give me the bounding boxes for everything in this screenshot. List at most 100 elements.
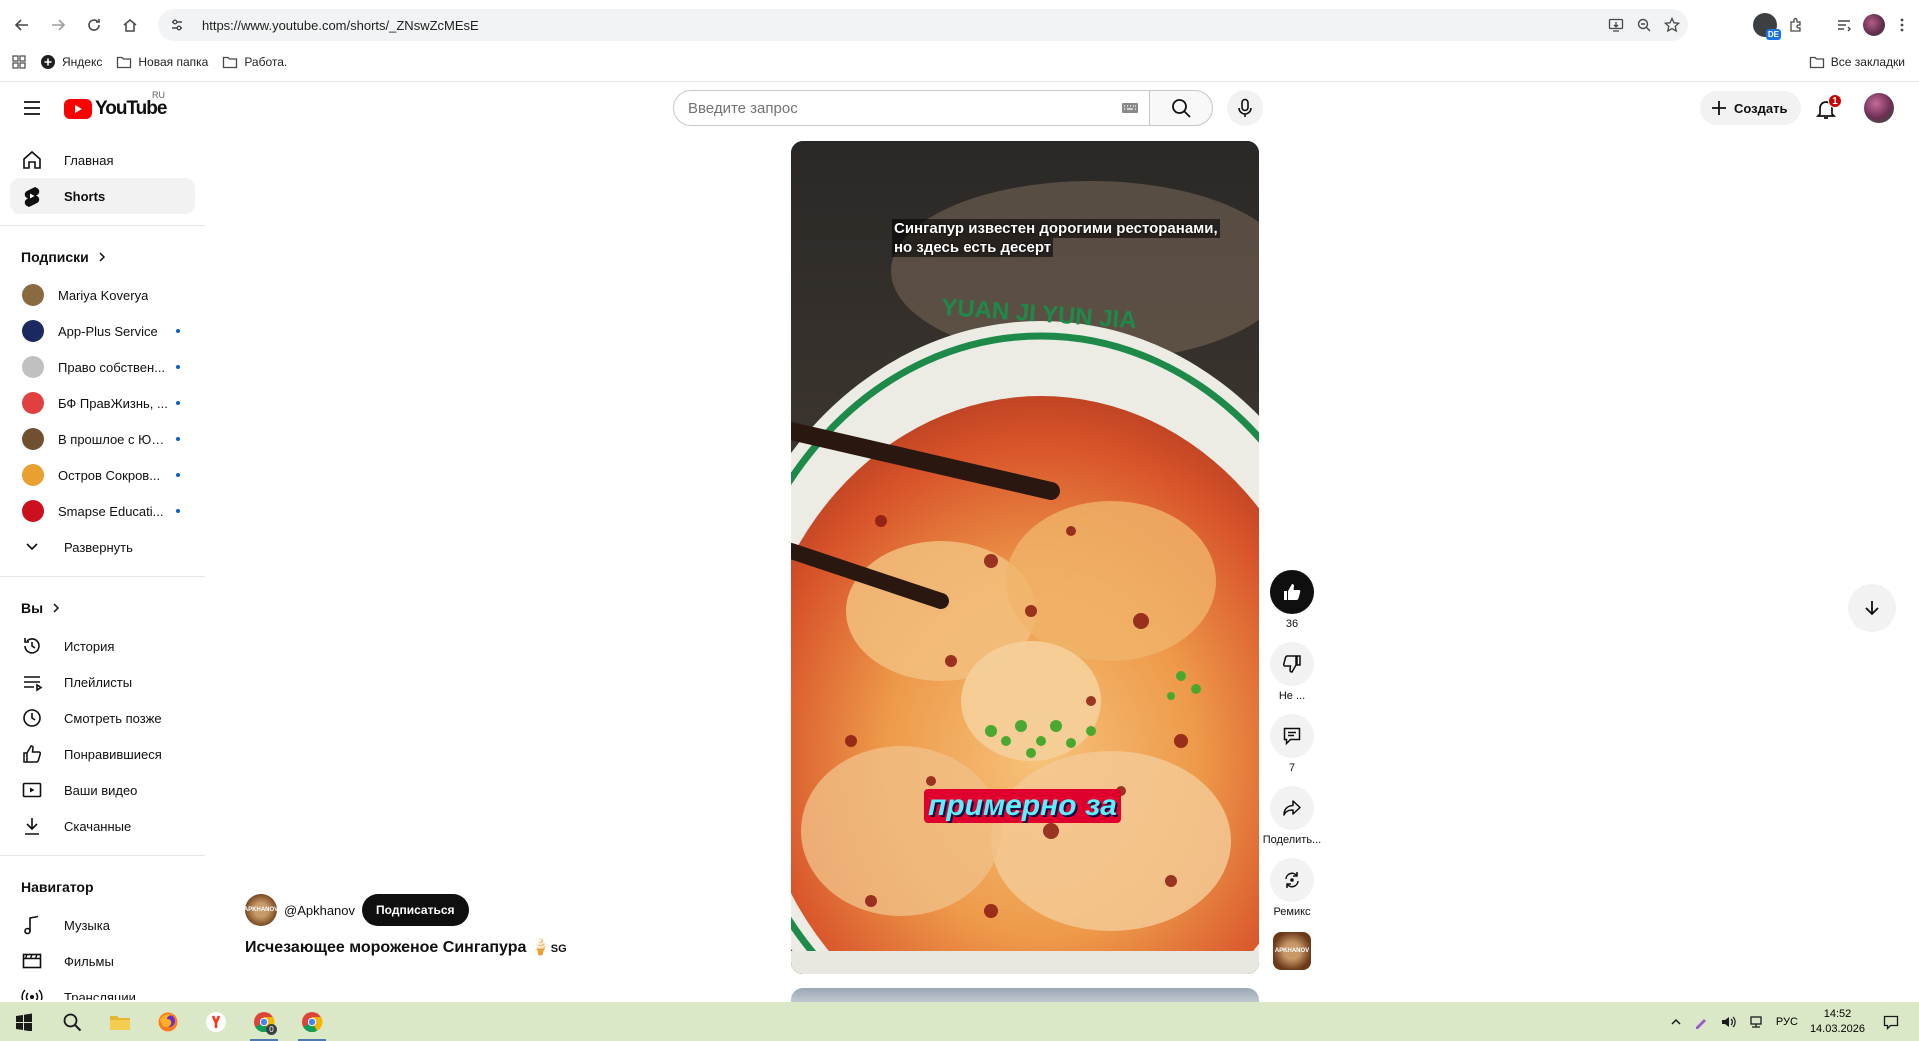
apps-button[interactable] <box>12 55 26 69</box>
thumbs-up-icon <box>1284 584 1301 600</box>
account-avatar[interactable] <box>1864 93 1894 123</box>
short-actions: 36 Не ... 7 Поделить... Ремикс APKHANOV <box>1263 570 1321 982</box>
sidebar-item-home[interactable]: Главная <box>10 142 195 178</box>
bookmark-star-icon[interactable] <box>1664 17 1680 33</box>
search-input[interactable] <box>688 99 1088 117</box>
guide-menu-button[interactable] <box>20 96 44 120</box>
translate-extension-icon[interactable]: DE <box>1753 13 1781 40</box>
hamburger-icon <box>24 101 40 115</box>
all-bookmarks[interactable]: Все закладки <box>1809 50 1905 74</box>
network-icon[interactable] <box>1748 1015 1764 1029</box>
taskbar-yandex-browser[interactable] <box>192 1002 240 1041</box>
sidebar-expand-button[interactable]: Развернуть <box>10 529 195 565</box>
short-video-player[interactable]: YUAN JI YUN JIA Сингапур известен дороги… <box>791 141 1259 974</box>
next-short-button[interactable] <box>1848 584 1896 632</box>
new-content-dot <box>176 437 180 441</box>
keyboard-icon[interactable] <box>1121 101 1139 115</box>
short-title[interactable]: Исчезающее мороженое Сингапура 🍦SG <box>245 937 567 957</box>
share-button[interactable] <box>1270 786 1314 830</box>
comments-button[interactable] <box>1270 714 1314 758</box>
bookmark-new-folder[interactable]: Новая папка <box>116 55 208 69</box>
voice-search-button[interactable] <box>1227 90 1263 126</box>
reload-button[interactable] <box>78 9 110 41</box>
install-app-icon[interactable] <box>1608 17 1624 33</box>
country-code: RU <box>152 90 165 100</box>
start-button[interactable] <box>0 1002 48 1041</box>
back-button[interactable] <box>6 9 38 41</box>
youtube-logo-text: YouTube <box>95 98 167 119</box>
like-button[interactable] <box>1270 570 1314 614</box>
sidebar-item-movies[interactable]: Фильмы <box>10 943 195 979</box>
channel-handle[interactable]: @Apkhanov <box>284 903 355 918</box>
forward-button[interactable] <box>42 9 74 41</box>
comments-action: 7 <box>1264 714 1320 774</box>
input-language[interactable]: РУС <box>1776 1016 1798 1028</box>
taskbar-chrome-2[interactable] <box>288 1002 336 1041</box>
channel-avatar <box>22 356 44 378</box>
arrow-right-icon <box>52 19 66 31</box>
notifications-button[interactable]: 1 <box>1811 94 1842 124</box>
youtube-play-logo-icon <box>64 99 92 119</box>
sidebar-subscription-item[interactable]: App-Plus Service <box>10 313 195 349</box>
taskbar-chrome-1[interactable]: 0 <box>240 1002 288 1041</box>
your-videos-icon <box>20 778 44 802</box>
sidebar-item-playlists[interactable]: Плейлисты <box>10 664 195 700</box>
dislike-button[interactable] <box>1270 642 1314 686</box>
action-center-button[interactable] <box>1883 1014 1899 1030</box>
subscriptions-header[interactable]: Подписки <box>0 237 205 277</box>
reading-list-icon[interactable] <box>1835 16 1853 34</box>
sidebar-item-downloads[interactable]: Скачанные <box>10 808 195 844</box>
remix-button[interactable] <box>1270 858 1314 902</box>
sidebar-subscription-item[interactable]: Mariya Koverya <box>10 277 195 313</box>
remix-icon <box>1285 872 1299 888</box>
bookmark-work[interactable]: Работа. <box>222 55 287 69</box>
url-text[interactable]: https://www.youtube.com/shorts/_ZNswZcME… <box>202 18 479 33</box>
sidebar-item-shorts[interactable]: Shorts <box>10 178 195 214</box>
taskbar-clock[interactable]: 14:52 14.03.2026 <box>1810 1007 1865 1037</box>
sidebar-item-watch-later[interactable]: Смотреть позже <box>10 700 195 736</box>
channel-avatar[interactable]: APKHANOV <box>244 894 278 926</box>
address-bar[interactable]: https://www.youtube.com/shorts/_ZNswZcME… <box>158 9 1688 41</box>
tray-expand-button[interactable] <box>1670 1016 1682 1028</box>
bookmark-yandex[interactable]: Яндекс <box>40 54 102 70</box>
channel-avatar <box>22 320 44 342</box>
tray-pen-icon[interactable] <box>1694 1015 1708 1029</box>
volume-icon[interactable] <box>1720 1015 1736 1029</box>
chevron-down-icon <box>20 535 44 559</box>
video-caption-subtitle: примерно за <box>924 789 1121 823</box>
sidebar-item-your-videos[interactable]: Ваши видео <box>10 772 195 808</box>
reload-icon <box>88 19 100 31</box>
create-button[interactable]: Создать <box>1700 91 1802 125</box>
you-header[interactable]: Вы <box>0 588 205 628</box>
taskbar-search-button[interactable] <box>48 1002 96 1041</box>
new-content-dot <box>176 401 180 405</box>
search-button[interactable] <box>1149 90 1213 126</box>
site-info-icon[interactable] <box>166 14 188 36</box>
menu-kebab-icon[interactable] <box>1895 16 1909 34</box>
home-button[interactable] <box>114 9 146 41</box>
taskbar-explorer[interactable] <box>96 1002 144 1041</box>
youtube-logo[interactable]: YouTube RU <box>64 90 167 120</box>
sidebar-item-history[interactable]: История <box>10 628 195 664</box>
zoom-icon[interactable] <box>1636 17 1652 33</box>
taskbar-firefox[interactable] <box>144 1002 192 1041</box>
sidebar-subscription-item[interactable]: БФ ПравЖизнь, ... <box>10 385 195 421</box>
sidebar-subscription-item[interactable]: В прошлое с Юр... <box>10 421 195 457</box>
sidebar: Главная Shorts Подписки Mariya Koverya Ap… <box>0 142 205 1000</box>
sidebar-item-liked[interactable]: Понравившиеся <box>10 736 195 772</box>
sidebar-subscription-item[interactable]: Право собствен... <box>10 349 195 385</box>
sidebar-item-music[interactable]: Музыка <box>10 907 195 943</box>
downloads-icon <box>20 814 44 838</box>
extensions-area: DE <box>1753 9 1909 41</box>
sidebar-item-live[interactable]: Трансляции <box>10 979 195 1000</box>
sound-channel-avatar[interactable]: APKHANOV <box>1273 932 1311 970</box>
windows-logo-icon <box>16 1013 32 1031</box>
sidebar-subscription-item[interactable]: Smapse Educati... <box>10 493 195 529</box>
subscribe-button[interactable]: Подписаться <box>362 894 469 926</box>
next-short-preview[interactable] <box>791 988 1259 1002</box>
sidebar-divider <box>0 225 205 226</box>
browser-toolbar: https://www.youtube.com/shorts/_ZNswZcME… <box>0 6 1919 44</box>
sidebar-subscription-item[interactable]: Остров Сокров... <box>10 457 195 493</box>
browser-profile-avatar[interactable] <box>1863 14 1885 36</box>
extensions-puzzle-icon[interactable] <box>1787 16 1805 34</box>
